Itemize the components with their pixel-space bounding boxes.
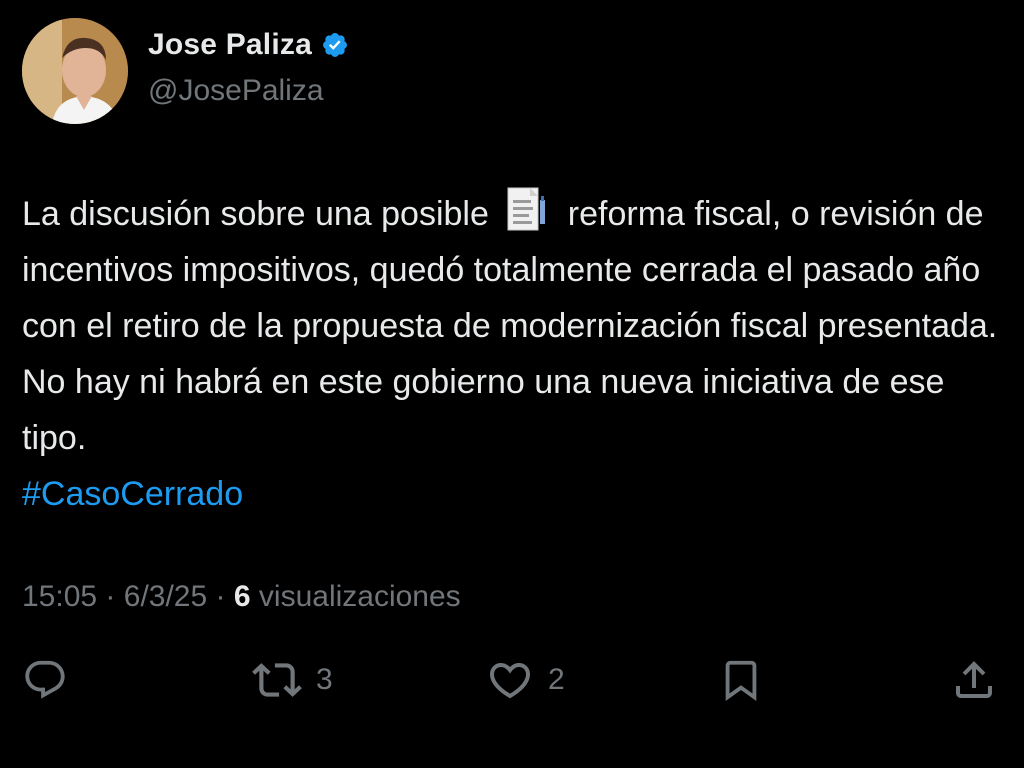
author-handle[interactable]: @JosePaliza [148, 74, 324, 108]
bookmark-icon [725, 660, 757, 701]
tweet-text-part1: La discusión sobre una posible [22, 195, 489, 233]
avatar[interactable] [22, 18, 128, 124]
share-button[interactable] [950, 652, 998, 708]
hashtag-link[interactable]: #CasoCerrado [22, 475, 243, 513]
author-display-name[interactable]: Jose Paliza [148, 28, 312, 62]
share-icon [956, 661, 992, 698]
tweet-actions-bar: 3 2 [0, 652, 1024, 712]
heart-icon [489, 663, 531, 699]
retweet-icon [252, 663, 302, 697]
tweet-text: La discusión sobre una posible reforma f… [22, 186, 1007, 522]
like-button[interactable]: 2 [486, 652, 565, 708]
author-name-row[interactable]: Jose Paliza [148, 28, 349, 62]
like-count: 2 [548, 663, 565, 696]
document-emoji-icon [502, 186, 552, 234]
retweet-count: 3 [316, 663, 333, 696]
tweet-meta: 15:05 · 6/3/25 · 6 visualizaciones [22, 580, 461, 614]
views-count: 6 [233, 580, 251, 613]
meta-separator: · [105, 580, 116, 613]
views-label: visualizaciones [258, 580, 461, 613]
tweet-text-part2: reforma fiscal, o revisión de incentivos… [22, 195, 998, 457]
reply-icon [25, 660, 65, 699]
retweet-button[interactable]: 3 [252, 652, 333, 708]
meta-separator: · [215, 580, 226, 613]
reply-button[interactable] [22, 652, 68, 708]
tweet-date[interactable]: 6/3/25 [124, 580, 207, 613]
tweet-time[interactable]: 15:05 [22, 580, 97, 613]
bookmark-button[interactable] [718, 652, 764, 708]
avatar-photo [22, 18, 128, 124]
verified-badge-icon [321, 31, 349, 59]
